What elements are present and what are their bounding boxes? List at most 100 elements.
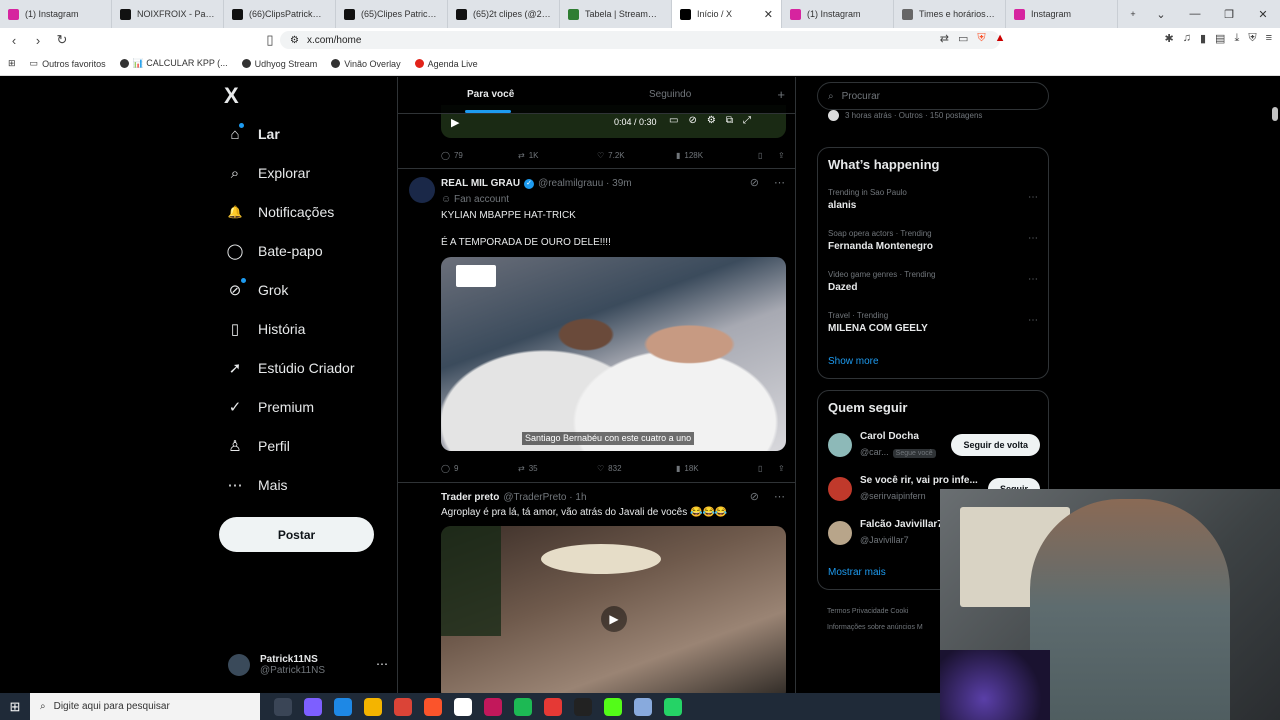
browser-tab[interactable]: (65)Clipes Patrick11N...	[336, 0, 448, 28]
windows-start-icon[interactable]: ⊞	[0, 699, 30, 715]
author-handle[interactable]: @realmilgrauu · 39m	[538, 178, 632, 189]
copilot-icon[interactable]	[304, 697, 322, 716]
music-icon[interactable]: ♫	[1183, 32, 1191, 45]
back-icon[interactable]: ‹	[4, 33, 24, 48]
tab-search-icon[interactable]: ⌄	[1144, 8, 1178, 21]
bookmark-item[interactable]: 📊 CALCULAR KPP (...	[119, 58, 228, 69]
settings-icon[interactable]: ⚙	[707, 115, 716, 126]
browser-tab[interactable]: (1) Instagram	[782, 0, 894, 28]
like-button[interactable]: ♡ 832	[597, 461, 676, 475]
minimize-button[interactable]: —	[1178, 8, 1212, 20]
browser-tab[interactable]: Tabela | Streammers	[560, 0, 672, 28]
whatsapp-icon[interactable]	[664, 697, 682, 716]
bookmark-item[interactable]: Agenda Live	[414, 59, 478, 69]
reply-button[interactable]: ◯ 9	[441, 461, 518, 475]
browser-tab[interactable]: (1) Instagram	[0, 0, 112, 28]
bookmark-button[interactable]: ▯	[758, 461, 778, 475]
add-feed-icon[interactable]: +	[777, 87, 785, 102]
brave-rewards-icon[interactable]: ▲	[995, 32, 1006, 45]
reply-button[interactable]: ◯ 79	[441, 148, 518, 162]
pip-icon[interactable]: ⧉	[726, 115, 733, 126]
bookmark-page-icon[interactable]: ▯	[260, 32, 280, 48]
post-video[interactable]: Santiago Bernabéu con este cuatro a uno	[441, 257, 786, 451]
maximize-button[interactable]: ❐	[1212, 8, 1246, 21]
nav-item-profile[interactable]: ♙ Perfil	[226, 437, 290, 455]
footer-link[interactable]: Informações sobre anúncios M	[827, 620, 923, 636]
mute-icon[interactable]: ⊘	[688, 115, 696, 126]
play-icon[interactable]: ▶	[451, 116, 459, 129]
trend-item[interactable]: Trending in Sao Paulo alanis ⋯	[828, 188, 1038, 211]
trend-item[interactable]: Travel · Trending MILENA COM GEELY ⋯	[828, 311, 1038, 334]
menu-icon[interactable]: ≡	[1266, 32, 1272, 45]
reload-icon[interactable]: ↻	[52, 32, 72, 48]
bookmark-item[interactable]: Udhyog Stream	[241, 59, 317, 69]
browser-tab[interactable]: (65)2t clipes (@2t.clip...	[448, 0, 560, 28]
like-button[interactable]: ♡ 7.2K	[597, 148, 676, 162]
grok-icon[interactable]: ⊘	[750, 176, 759, 189]
close-tab-icon[interactable]: ✕	[764, 8, 773, 21]
x-logo[interactable]: X	[224, 83, 239, 109]
post-video[interactable]: ▶	[441, 526, 786, 693]
bookmark-button[interactable]: ▯	[758, 148, 778, 162]
translate-icon[interactable]: ⇄	[940, 32, 949, 45]
show-more-link[interactable]: Show more	[828, 356, 879, 367]
captions-icon[interactable]: ▭	[669, 115, 678, 126]
site-info-icon[interactable]: ⚙	[290, 35, 299, 46]
app-icon[interactable]	[634, 697, 652, 716]
grok-icon[interactable]: ⊘	[750, 490, 759, 503]
author-handle[interactable]: @TraderPreto · 1h	[503, 492, 586, 503]
fullscreen-icon[interactable]: ⤢	[743, 115, 751, 126]
extensions-icon[interactable]: ✱	[1165, 32, 1174, 45]
bookmark-item[interactable]: ▭ Outros favoritos	[30, 58, 106, 69]
bookmark-item[interactable]: Vinão Overlay	[331, 59, 401, 69]
forward-icon[interactable]: ›	[28, 33, 48, 48]
v-app-icon[interactable]	[454, 697, 472, 716]
follow-back-button[interactable]: Seguir de volta	[951, 434, 1040, 456]
footer-link[interactable]: Termos Privacidade Cooki	[827, 604, 923, 620]
task-view-icon[interactable]	[274, 697, 292, 716]
tab-for-you[interactable]: Para você	[467, 89, 514, 100]
explorer-icon[interactable]	[364, 697, 382, 716]
show-more-link[interactable]: Mostrar mais	[828, 567, 886, 578]
repost-button[interactable]: ⇄ 35	[518, 461, 597, 475]
author-name[interactable]: Trader preto	[441, 492, 499, 503]
tab-following[interactable]: Seguindo	[649, 89, 691, 100]
nav-item-grok[interactable]: ⊘ Grok	[226, 281, 289, 299]
nav-item-notifications[interactable]: 🔔 Notificações	[226, 203, 335, 221]
more-icon[interactable]: ⋯	[1028, 192, 1038, 203]
browser-tab[interactable]: NOIXFROIX - Patrick	[112, 0, 224, 28]
spotify-icon[interactable]	[514, 697, 532, 716]
share-button[interactable]: ⇪	[778, 461, 785, 475]
app-icon[interactable]	[484, 697, 502, 716]
browser-tab[interactable]: Times e horários dos...	[894, 0, 1006, 28]
brave-icon[interactable]	[424, 697, 442, 716]
nav-item-home[interactable]: ⌂ Lar	[226, 125, 279, 143]
nav-item-chat[interactable]: ◯ Bate-papo	[226, 242, 323, 260]
more-icon[interactable]: ⋯	[1028, 315, 1038, 326]
more-icon[interactable]: ⋯	[774, 490, 785, 503]
nav-item-more[interactable]: ⋯ Mais	[226, 476, 288, 494]
play-icon[interactable]: ▶	[601, 606, 627, 632]
edge-icon[interactable]	[334, 697, 352, 716]
trend-item[interactable]: Video game genres · Trending Dazed ⋯	[828, 270, 1038, 293]
vpn-icon[interactable]: ⛨	[1248, 32, 1256, 45]
nav-item-history[interactable]: ▯ História	[226, 320, 306, 338]
close-window-button[interactable]: ✕	[1246, 8, 1280, 21]
more-icon[interactable]: ⋯	[1028, 274, 1038, 285]
taskbar-search[interactable]: ⌕ Digite aqui para pesquisar	[30, 693, 260, 720]
sidebar-icon[interactable]: ▮	[1200, 32, 1206, 45]
apps-grid-icon[interactable]: ⊞	[8, 58, 16, 69]
repost-button[interactable]: ⇄ 1K	[518, 148, 597, 162]
brave-shield-icon[interactable]: ⛨	[977, 32, 985, 45]
chrome-icon[interactable]	[394, 697, 412, 716]
wallet-icon[interactable]: ▤	[1215, 32, 1225, 45]
account-switcher[interactable]: Patrick11NS @Patrick11NS ⋯	[228, 649, 388, 681]
nav-item-creator-studio[interactable]: ➚ Estúdio Criador	[226, 359, 355, 377]
views-button[interactable]: ▮ 18K	[676, 461, 758, 475]
browser-tab[interactable]: (66)ClipsPatrickNs (@...	[224, 0, 336, 28]
follow-suggestion[interactable]: Carol Docha @car... Segue você Seguir de …	[828, 431, 1040, 461]
views-button[interactable]: ▮ 128K	[676, 148, 758, 162]
browser-tab[interactable]: Instagram	[1006, 0, 1118, 28]
nav-item-premium[interactable]: ✓ Premium	[226, 398, 314, 416]
author-name[interactable]: REAL MIL GRAU	[441, 178, 520, 189]
